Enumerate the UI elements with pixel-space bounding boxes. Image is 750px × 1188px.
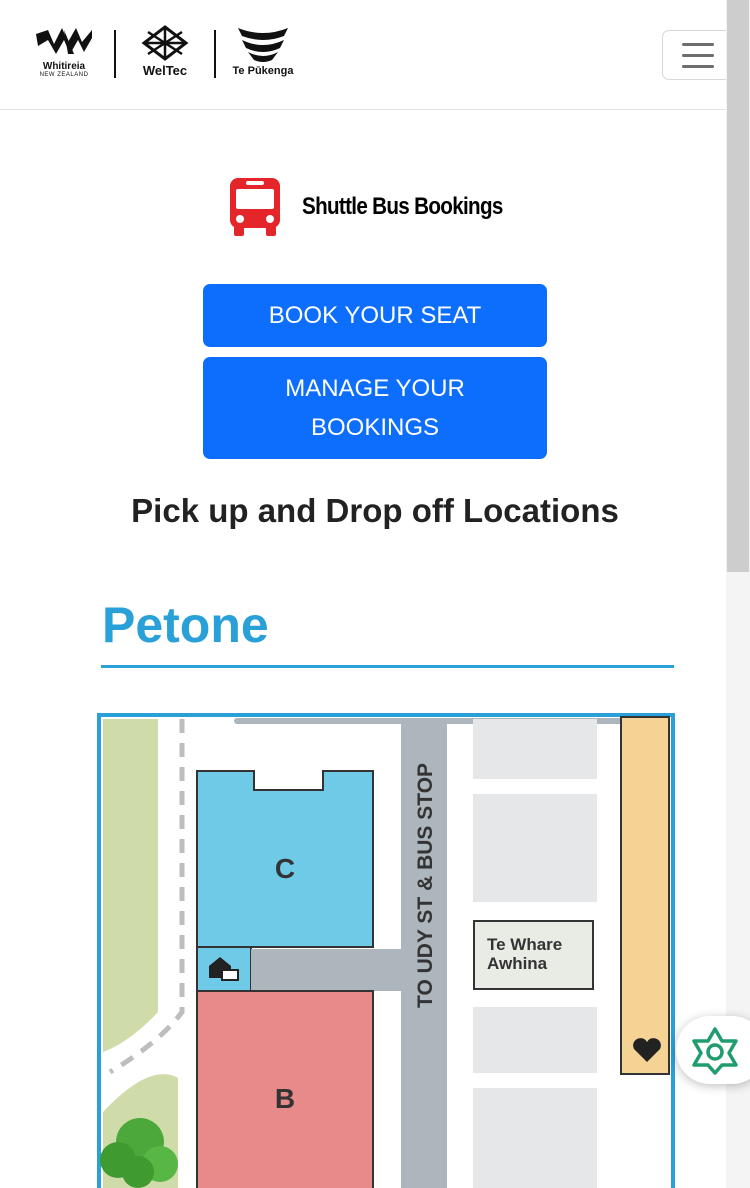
whitireia-mark-icon (36, 28, 92, 54)
weltec-logo[interactable]: WelTec (140, 24, 190, 77)
map-campus-title: Petone (102, 597, 269, 653)
ai-assistant-icon (692, 1027, 738, 1075)
scrollbar-thumb[interactable] (727, 0, 749, 572)
map-block (473, 1007, 597, 1073)
map-block (473, 794, 597, 902)
hamburger-icon (682, 42, 714, 46)
menu-toggle-button[interactable] (662, 30, 734, 80)
hamburger-icon (682, 64, 714, 68)
map-title-underline (101, 665, 674, 668)
page-title: Shuttle Bus Bookings (302, 193, 503, 220)
building-b-label: B (275, 1083, 295, 1114)
book-seat-button[interactable]: BOOK YOUR SEAT (203, 284, 547, 347)
te-pukenga-logo-text: Te Pūkenga (232, 65, 294, 77)
weltec-logo-text: WelTec (142, 63, 188, 78)
weltec-mark-icon (141, 25, 189, 61)
locations-heading: Pick up and Drop off Locations (131, 492, 619, 529)
logo-divider (214, 30, 216, 78)
map-block (473, 719, 597, 779)
brand: Shuttle Bus Bookings (228, 176, 535, 238)
walkway (251, 949, 401, 991)
bus-icon (230, 178, 280, 236)
map-block (473, 1088, 597, 1188)
whitireia-logo-text: Whitireia (42, 61, 86, 72)
te-whare-awhina-label: Te Whare (487, 935, 562, 954)
green-space (103, 719, 158, 1052)
logo-divider (114, 30, 116, 78)
page: Whitireia NEW ZEALAND WelTec Te Pūkenga (0, 0, 750, 1188)
te-pukenga-mark-icon (238, 28, 288, 62)
map-street-label: TO UDY ST & BUS STOP (414, 763, 437, 1008)
chat-assistant-button[interactable] (676, 1016, 750, 1084)
health-centre[interactable] (620, 716, 670, 1075)
whitireia-logo[interactable]: Whitireia NEW ZEALAND (34, 24, 94, 78)
whitireia-logo-subtext: NEW ZEALAND (39, 72, 89, 78)
site-header: Whitireia NEW ZEALAND WelTec Te Pūkenga (0, 0, 750, 110)
te-pukenga-logo[interactable]: Te Pūkenga (232, 24, 294, 77)
campus-map[interactable]: Petone C B TO UDY ST & BUS STOP Te Whare… (0, 572, 750, 1188)
hamburger-icon (682, 53, 714, 57)
te-whare-awhina-label: Awhina (487, 954, 548, 973)
building-c-label: C (275, 853, 295, 884)
manage-bookings-button[interactable]: MANAGE YOUR BOOKINGS (203, 357, 547, 459)
